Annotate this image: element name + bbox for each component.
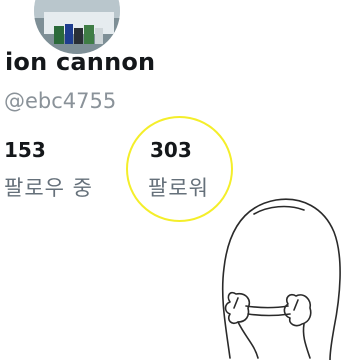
avatar[interactable]: [34, 0, 120, 54]
doodle-character-drawing: [221, 198, 341, 360]
display-name: ion cannon: [5, 48, 156, 76]
following-count[interactable]: 153: [4, 138, 46, 162]
following-label[interactable]: 팔로우 중: [4, 172, 93, 202]
avatar-image: [34, 0, 120, 54]
profile-page: ion cannon @ebc4755 153 팔로우 중 303 팔로워: [0, 0, 360, 360]
user-handle: @ebc4755: [4, 89, 117, 113]
